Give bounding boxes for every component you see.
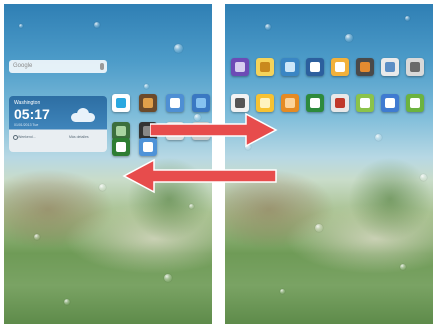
gallery-icon[interactable] [139,94,157,112]
raindrop [19,24,23,28]
swipe-right-arrow [150,112,278,148]
contacts-icon-glyph [385,62,395,72]
raindrop [420,174,427,181]
weather-details-button[interactable]: Más detalles [69,135,89,139]
swipe-left-arrow [122,158,277,194]
weather-date: 01/01/2013 Tue [14,123,39,127]
cloud-icon [69,108,97,122]
settings-icon-glyph [410,62,420,72]
raindrop [174,44,183,53]
raindrop [99,184,106,191]
raindrop [280,289,285,294]
weather-left-action[interactable]: Weekend... [18,135,36,139]
twitter-icon-glyph [285,62,295,72]
raindrop [345,34,353,42]
weather-time: 05:17 [14,106,50,122]
download-icon[interactable] [306,94,324,112]
raindrop [34,234,40,240]
clock-icon-glyph [235,98,245,108]
sun-icon-glyph [260,98,270,108]
news-icon[interactable] [331,94,349,112]
raindrop [265,24,271,30]
notes-icon-glyph [260,62,270,72]
calculator-icon-glyph [360,62,370,72]
sync-icon-glyph [410,98,420,108]
browser-icon[interactable] [192,94,210,112]
email-icon-glyph [170,98,180,108]
email-icon[interactable] [166,94,184,112]
raindrop [64,299,70,305]
calculator-icon[interactable] [356,58,374,76]
phone-icon-glyph [116,142,126,152]
browser-icon-glyph [196,98,206,108]
sun-icon[interactable] [256,94,274,112]
raindrop [400,264,406,270]
play-store-icon-glyph [116,98,126,108]
video-icon-glyph [310,62,320,72]
search-placeholder: Google [13,63,33,69]
weather-icon[interactable] [331,58,349,76]
store-icon-glyph [385,98,395,108]
weather-icon-glyph [335,62,345,72]
raindrop [189,204,194,209]
google-search-bar[interactable]: Google [9,60,107,73]
camera-lens-icon[interactable] [231,58,249,76]
clock-icon[interactable] [231,94,249,112]
twitter-icon[interactable] [281,58,299,76]
music-icon[interactable] [356,94,374,112]
news-icon-glyph [335,98,345,108]
sync-icon[interactable] [406,94,424,112]
raindrop [94,22,100,28]
phone-icon[interactable] [112,138,130,156]
video-icon[interactable] [306,58,324,76]
photo-icon-glyph [116,126,126,136]
camera-lens-icon-glyph [235,62,245,72]
notes-icon[interactable] [256,58,274,76]
raindrop [144,84,149,89]
settings-icon[interactable] [406,58,424,76]
raindrop [405,16,410,21]
files-icon-glyph [285,98,295,108]
music-icon-glyph [360,98,370,108]
background-tree [345,154,433,244]
files-icon[interactable] [281,94,299,112]
download-icon-glyph [310,98,320,108]
weather-widget[interactable]: Washington 05:17 01/01/2013 Tue Weekend.… [9,96,107,152]
microphone-icon[interactable] [100,63,104,70]
gallery-icon-glyph [143,98,153,108]
store-icon[interactable] [381,94,399,112]
raindrop [375,134,382,141]
raindrop [164,274,172,282]
play-store-icon[interactable] [112,94,130,112]
contacts-icon[interactable] [381,58,399,76]
raindrop [315,224,323,232]
